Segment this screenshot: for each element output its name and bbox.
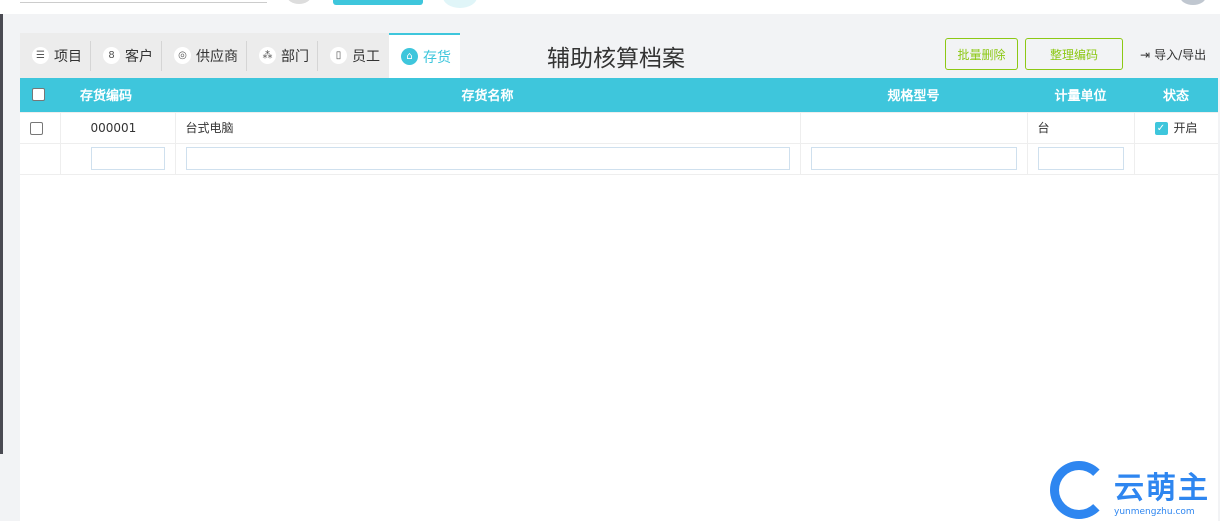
batch-delete-button[interactable]: 批量删除 [945, 38, 1018, 70]
search-input[interactable] [20, 0, 267, 3]
watermark-logo: 云萌主 yunmengzhu.com [1050, 461, 1210, 519]
top-badge[interactable] [443, 0, 477, 8]
tab-inventory[interactable]: ⌂ 存货 [389, 33, 460, 78]
avatar-icon[interactable] [287, 0, 311, 4]
cell-code: 000001 [59, 111, 176, 144]
list-icon: ☰ [32, 47, 49, 64]
home-icon: ⌂ [401, 48, 418, 65]
org-icon: ⁂ [259, 47, 276, 64]
page-title: 辅助核算档案 [547, 46, 685, 72]
logo-cn: 云萌主 [1114, 471, 1210, 506]
users-icon: 8 [103, 47, 120, 64]
cell-spec [799, 111, 1028, 144]
logo-en: yunmengzhu.com [1114, 507, 1195, 517]
import-icon: ⇥ [1140, 47, 1151, 62]
table-header: 存货编码 存货名称 规格型号 计量单位 状态 [20, 78, 1218, 112]
new-unit-input[interactable] [1037, 147, 1124, 170]
header-code[interactable]: 存货编码 [60, 78, 175, 112]
tab-label: 供应商 [196, 48, 238, 65]
status-label: 开启 [1173, 121, 1198, 135]
cell-name: 台式电脑 [174, 111, 801, 144]
tab-label: 部门 [281, 48, 309, 65]
sidebar-edge [0, 14, 3, 454]
new-spec-input[interactable] [810, 147, 1017, 170]
tab-department[interactable]: ⁂ 部门 [247, 33, 318, 78]
new-name-input[interactable] [185, 147, 790, 170]
tab-supplier[interactable]: ◎ 供应商 [162, 33, 247, 78]
top-button[interactable] [333, 0, 423, 5]
tab-project[interactable]: ☰ 项目 [20, 33, 91, 78]
badge-icon: ▯ [330, 47, 347, 64]
new-row [20, 142, 1218, 175]
cloud-logo-icon [1050, 461, 1108, 519]
tab-label: 员工 [352, 48, 380, 65]
new-code-input[interactable] [90, 147, 165, 170]
table-row[interactable]: 000001 台式电脑 台 ✓ 开启 [20, 111, 1218, 144]
tab-employee[interactable]: ▯ 员工 [318, 33, 389, 78]
tab-label: 客户 [125, 48, 153, 65]
tab-label: 项目 [54, 48, 82, 65]
header-status[interactable]: 状态 [1134, 78, 1218, 112]
header-name[interactable]: 存货名称 [175, 78, 800, 112]
supplier-icon: ◎ [174, 47, 191, 64]
select-all-checkbox[interactable] [32, 88, 45, 102]
cell-status: ✓ 开启 [1133, 111, 1218, 144]
header-unit[interactable]: 计量单位 [1027, 78, 1134, 112]
tab-label: 存货 [423, 49, 451, 66]
top-bar [0, 0, 1220, 14]
user-avatar[interactable] [1180, 0, 1206, 5]
tab-bar: ☰ 项目 8 客户 ◎ 供应商 ⁂ 部门 ▯ 员工 ⌂ 存货 [20, 33, 460, 78]
inventory-table: 存货编码 存货名称 规格型号 计量单位 状态 000001 台式电脑 台 ✓ 开启 [20, 78, 1218, 175]
row-checkbox[interactable] [30, 121, 43, 135]
cell-unit: 台 [1026, 111, 1135, 144]
import-export-label: 导入/导出 [1154, 48, 1207, 62]
status-checkbox[interactable]: ✓ [1154, 122, 1168, 135]
main-panel: ☰ 项目 8 客户 ◎ 供应商 ⁂ 部门 ▯ 员工 ⌂ 存货 辅助核算档案 批量删除 整理编… [20, 33, 1218, 521]
import-export-button[interactable]: ⇥ 导入/导出 [1140, 46, 1206, 63]
header-spec[interactable]: 规格型号 [800, 78, 1027, 112]
reorder-codes-button[interactable]: 整理编码 [1025, 38, 1123, 70]
tab-customer[interactable]: 8 客户 [91, 33, 162, 78]
